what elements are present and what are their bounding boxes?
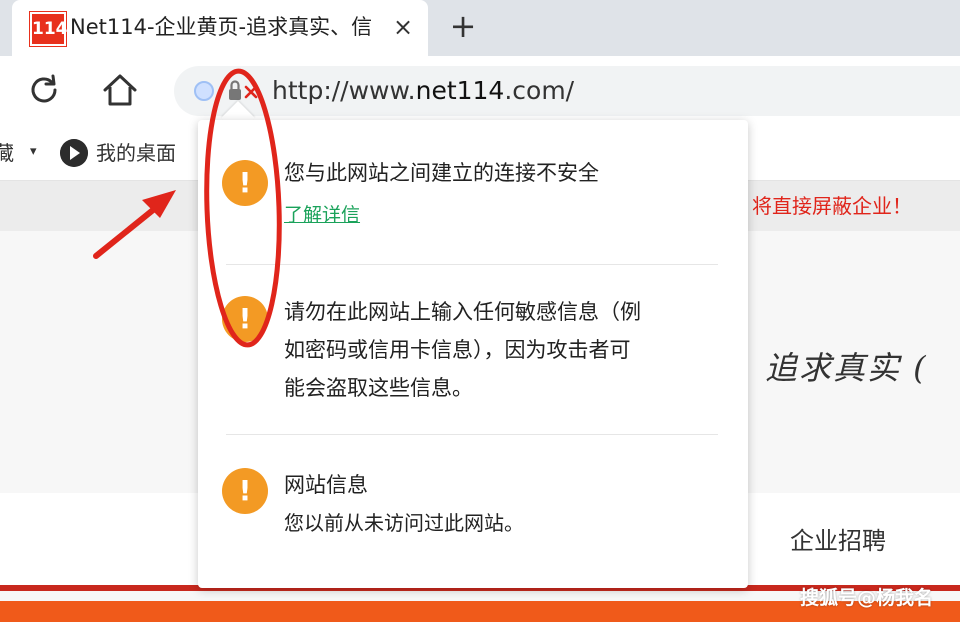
url-suffix: .com/ [504,76,575,105]
watermark: 搜狐号@杨我名 [800,587,934,609]
bookmark-item-label: 我的桌面 [96,141,176,165]
bookmark-folder-partial[interactable]: 藏 [0,138,14,168]
warning-icon: ! [222,468,268,514]
warning-icon: ! [222,296,268,342]
url-host: net114 [415,76,505,105]
popup-divider [226,434,718,435]
tab-title: Net114-企业黄页-追求真实、信 [70,15,373,39]
bookmark-logo-icon [60,139,88,167]
site-info-title: 网站信息 [284,473,368,497]
sensitive-info-line-3: 能会盗取这些信息。 [284,376,473,400]
toolbar: http://www.net114.com/ [0,56,960,126]
sensitive-info-line-2: 如密码或信用卡信息），因为攻击者可 [284,338,631,362]
notice-text: 将直接屏蔽企业！ [752,194,912,218]
learn-more-link[interactable]: 了解详信 [284,200,360,230]
url-text[interactable]: http://www.net114.com/ [272,74,574,108]
reload-icon[interactable] [24,70,64,110]
site-info-body: 您以前从未访问过此网站。 [284,511,524,535]
site-favicon: 114 [30,12,68,46]
connection-warning-title: 您与此网站之间建立的连接不安全 [284,161,599,185]
address-bar[interactable]: http://www.net114.com/ [174,66,960,116]
site-identity-icon[interactable] [194,81,214,101]
tab-active[interactable]: 114 Net114-企业黄页-追求真实、信 × [12,0,428,56]
site-security-popup: ! 您与此网站之间建立的连接不安全 了解详信 ! 请勿在此网站上输入任何敏感信息… [198,120,748,588]
url-prefix: http://www. [272,76,416,105]
nav-item-recruit[interactable]: 企业招聘 [790,521,886,561]
sensitive-info-line-1: 请勿在此网站上输入任何敏感信息（例 [284,300,641,324]
popup-divider [226,264,718,265]
site-slogan: 追求真实 ( [765,349,928,387]
insecure-lock-icon[interactable] [226,78,262,104]
tab-strip: 114 Net114-企业黄页-追求真实、信 × + [0,0,960,56]
chevron-down-icon[interactable]: ▾ [30,144,37,159]
new-tab-button[interactable]: + [446,8,480,44]
tab-close-button[interactable]: × [388,12,418,42]
home-icon[interactable] [100,70,140,110]
warning-icon: ! [222,160,268,206]
